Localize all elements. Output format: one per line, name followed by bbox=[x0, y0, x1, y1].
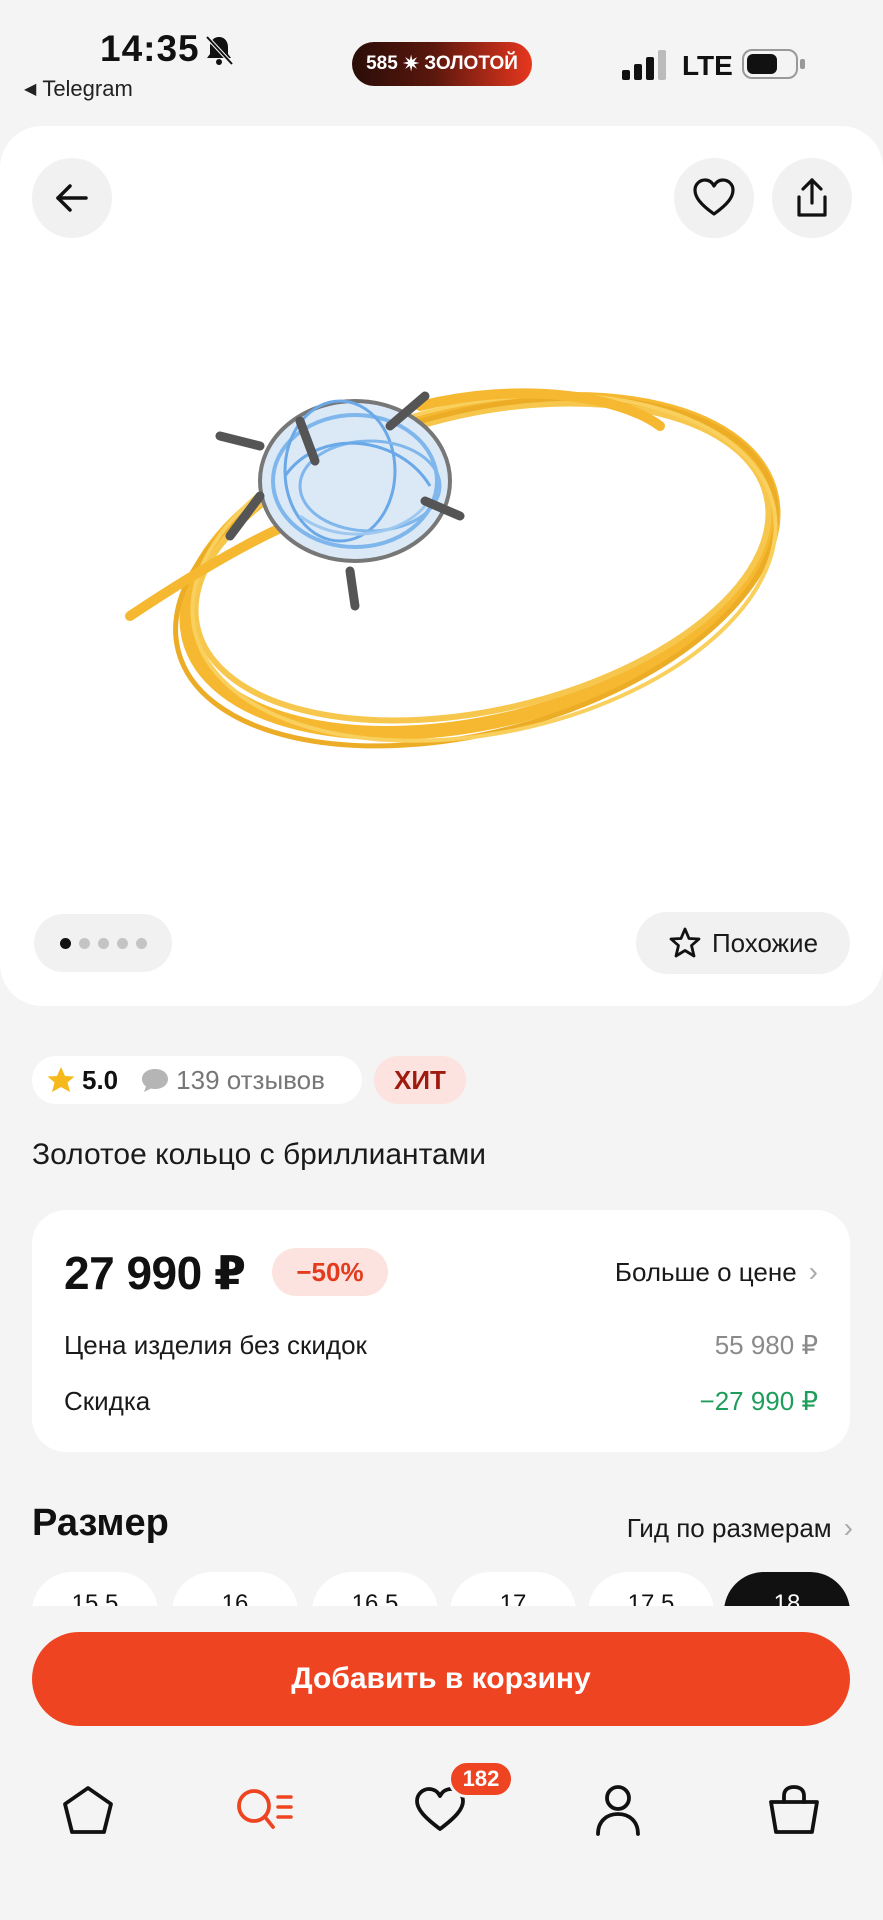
original-price-value: 55 980 ₽ bbox=[714, 1330, 818, 1360]
similar-button[interactable]: Похожие bbox=[636, 912, 850, 974]
size-option[interactable]: 15,5 bbox=[32, 1572, 158, 1606]
share-button[interactable] bbox=[772, 158, 852, 238]
gallery-dot[interactable] bbox=[135, 937, 147, 949]
brand-number: 585 bbox=[366, 53, 398, 74]
favorites-count-badge: 182 bbox=[448, 1760, 514, 1798]
back-to-app-link[interactable]: ◀ Telegram bbox=[24, 76, 133, 102]
reviews-count: 139 отзывов bbox=[176, 1064, 325, 1095]
gallery-dot[interactable] bbox=[59, 937, 71, 949]
original-price-label: Цена изделия без скидок bbox=[64, 1330, 367, 1360]
gallery-pagination[interactable] bbox=[34, 914, 172, 972]
add-to-cart-button[interactable]: Добавить в корзину bbox=[32, 1632, 850, 1726]
nav-profile[interactable] bbox=[578, 1770, 658, 1850]
hit-badge: ХИТ bbox=[374, 1056, 466, 1104]
discount-badge: −50% bbox=[272, 1248, 388, 1296]
heart-icon bbox=[693, 178, 735, 216]
nav-cart[interactable] bbox=[754, 1770, 834, 1850]
product-title: Золотое кольцо с бриллиантами bbox=[32, 1138, 487, 1171]
brand-name: ЗОЛОТОЙ bbox=[424, 53, 518, 74]
product-page: 14:35 ◀ Telegram 585 ✷ ЗОЛОТОЙ LTE Похож… bbox=[0, 0, 883, 1920]
brand-pill[interactable]: 585 ✷ ЗОЛОТОЙ bbox=[352, 42, 532, 86]
star-filled-icon bbox=[47, 1067, 75, 1092]
user-icon bbox=[596, 1785, 640, 1836]
rating-reviews-pill[interactable]: 5.0 139 отзывов bbox=[32, 1056, 362, 1104]
star-outline-icon bbox=[669, 927, 701, 958]
comment-icon bbox=[142, 1069, 169, 1092]
size-guide-label: Гид по размерам bbox=[626, 1512, 832, 1543]
discount-label: Скидка bbox=[64, 1386, 151, 1416]
size-guide-link[interactable]: Гид по размерам › bbox=[627, 1512, 853, 1544]
favorite-button[interactable] bbox=[674, 158, 754, 238]
size-options: 15,5 16 16,5 17 17,5 18 bbox=[0, 1572, 883, 1606]
nav-home[interactable] bbox=[48, 1770, 128, 1850]
price-card: 27 990 ₽ −50% Больше о цене › Цена издел… bbox=[32, 1210, 850, 1452]
gallery-dot[interactable] bbox=[78, 937, 90, 949]
network-label: LTE bbox=[682, 50, 733, 81]
search-catalog-icon bbox=[237, 1789, 293, 1829]
size-section-title: Размер bbox=[32, 1502, 169, 1544]
more-about-price-link[interactable]: Больше о цене › bbox=[615, 1256, 818, 1288]
back-app-label: Telegram bbox=[42, 76, 133, 101]
bell-muted-icon bbox=[205, 35, 234, 66]
spark-icon: ✷ bbox=[401, 51, 421, 76]
home-icon bbox=[63, 1786, 113, 1834]
size-option[interactable]: 17,5 bbox=[588, 1572, 714, 1606]
product-image-ring[interactable] bbox=[100, 286, 820, 806]
bottom-navigation: 182 bbox=[0, 1740, 883, 1920]
shopping-bag-icon bbox=[769, 1785, 819, 1834]
signal-icon bbox=[622, 50, 666, 80]
size-option[interactable]: 16,5 bbox=[312, 1572, 438, 1606]
product-gallery-card: Похожие bbox=[0, 126, 883, 1006]
back-triangle-icon: ◀ bbox=[24, 81, 37, 98]
chevron-right-icon: › bbox=[808, 1256, 818, 1287]
rating-value: 5.0 bbox=[82, 1064, 119, 1095]
gallery-dot[interactable] bbox=[97, 937, 109, 949]
current-price: 27 990 ₽ bbox=[64, 1247, 246, 1299]
arrow-left-icon bbox=[56, 184, 88, 212]
chevron-right-icon: › bbox=[843, 1512, 853, 1543]
more-about-price-label: Больше о цене bbox=[614, 1256, 797, 1287]
similar-label: Похожие bbox=[711, 927, 819, 958]
battery-icon bbox=[742, 49, 805, 79]
gem bbox=[258, 399, 452, 563]
discount-value: −27 990 ₽ bbox=[699, 1386, 818, 1416]
status-bar: 14:35 ◀ Telegram 585 ✷ ЗОЛОТОЙ LTE bbox=[0, 0, 883, 110]
nav-catalog[interactable] bbox=[224, 1770, 304, 1850]
size-option[interactable]: 16 bbox=[172, 1572, 298, 1606]
status-time: 14:35 bbox=[100, 28, 200, 69]
size-option[interactable]: 17 bbox=[450, 1572, 576, 1606]
share-icon bbox=[797, 178, 827, 217]
gallery-dot[interactable] bbox=[116, 937, 128, 949]
size-option-selected[interactable]: 18 bbox=[724, 1572, 850, 1606]
back-button[interactable] bbox=[32, 158, 112, 238]
